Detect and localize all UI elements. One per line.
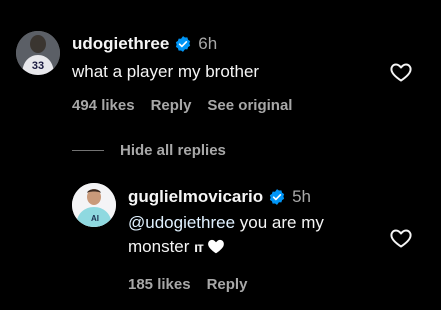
- avatar-shirt-text: AI: [91, 214, 99, 223]
- comment-item: 33 udogiethree 6h what a player my broth…: [0, 0, 441, 130]
- hide-replies-button[interactable]: Hide all replies: [72, 142, 226, 159]
- comment-header: udogiethree 6h: [72, 34, 217, 54]
- divider-line: [72, 150, 104, 151]
- reply-button[interactable]: Reply: [151, 97, 192, 114]
- verified-badge-icon: [268, 188, 286, 206]
- reply-actions: 185 likes Reply: [128, 276, 263, 293]
- reply-text: @udogiethree you are my monster ıт: [128, 211, 368, 259]
- username[interactable]: udogiethree: [72, 34, 169, 54]
- avatar-jersey-number: 33: [32, 60, 44, 72]
- avatar-guglielmovicario[interactable]: AI: [72, 183, 116, 227]
- comment-text: what a player my brother: [72, 62, 260, 81]
- reply-like-heart-icon[interactable]: [389, 226, 413, 250]
- mention-link[interactable]: @udogiethree: [128, 213, 235, 232]
- hide-replies-label: Hide all replies: [120, 142, 226, 159]
- reply-likes-count[interactable]: 185 likes: [128, 276, 191, 293]
- white-heart-icon: [207, 237, 225, 254]
- verified-badge-icon: [174, 35, 192, 53]
- reply-username[interactable]: guglielmovicario: [128, 187, 263, 207]
- see-original-button[interactable]: See original: [207, 97, 292, 114]
- comment-actions: 494 likes Reply See original: [72, 97, 308, 114]
- reply-timestamp: 5h: [292, 187, 312, 206]
- team-mark: ıт: [194, 239, 204, 255]
- avatar-udogiethree[interactable]: 33: [16, 31, 60, 75]
- reply-header: guglielmovicario 5h: [128, 187, 311, 207]
- timestamp: 6h: [198, 34, 218, 53]
- like-heart-icon[interactable]: [389, 60, 413, 84]
- reply-reply-button[interactable]: Reply: [207, 276, 248, 293]
- likes-count[interactable]: 494 likes: [72, 97, 135, 114]
